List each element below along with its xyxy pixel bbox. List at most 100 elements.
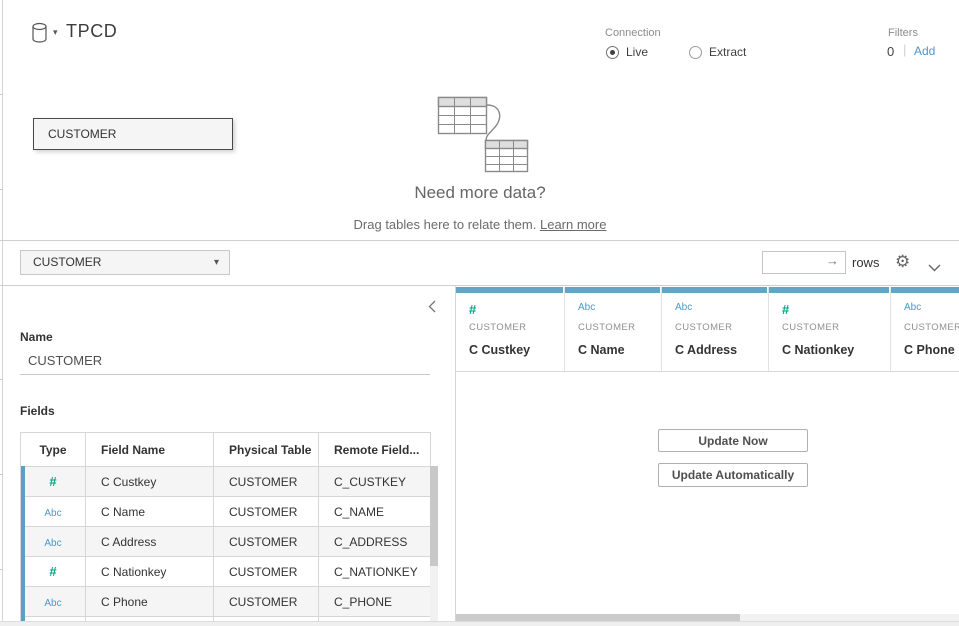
empty-state-title: Need more data? <box>230 183 730 203</box>
fields-table-wrap: Type Field Name Physical Table Remote Fi… <box>20 432 432 626</box>
grid-hscrollbar-thumb[interactable] <box>456 614 740 621</box>
field-name-cell[interactable]: C Name <box>86 497 214 527</box>
physical-table-cell[interactable]: CUSTOMER <box>214 557 319 587</box>
grid-column-accent-bar <box>662 287 767 293</box>
radio-live-label: Live <box>626 45 648 59</box>
update-automatically-button[interactable]: Update Automatically <box>658 463 808 487</box>
grid-column-c-phone[interactable]: Abc CUSTOMER C Phone <box>891 287 959 372</box>
name-value[interactable]: CUSTOMER <box>28 353 102 368</box>
settings-gear-icon[interactable]: ⚙ <box>895 251 910 273</box>
physical-table-cell[interactable]: CUSTOMER <box>214 587 319 617</box>
rows-label: rows <box>852 255 879 270</box>
canvas-toolbar-divider <box>0 240 959 241</box>
toolbar-panel-divider <box>0 285 959 286</box>
database-menu-caret-icon[interactable]: ▾ <box>53 27 58 38</box>
tableau-datasource-page: ▾ TPCD Connection Live Extract Filters 0… <box>0 0 959 626</box>
filters-label: Filters <box>888 27 918 39</box>
database-icon[interactable] <box>30 22 50 49</box>
field-name-cell[interactable]: C Custkey <box>86 467 214 497</box>
field-type-icon[interactable]: Abc <box>21 587 86 617</box>
grid-column-table-name: CUSTOMER <box>675 322 732 333</box>
grid-column-accent-bar <box>565 287 660 293</box>
field-name-cell[interactable]: C Nationkey <box>86 557 214 587</box>
grid-column-accent-bar <box>769 287 889 293</box>
fields-scrollbar-thumb[interactable] <box>430 466 438 566</box>
field-type-icon[interactable]: # <box>21 557 86 587</box>
fields-row-c-custkey[interactable]: #C CustkeyCUSTOMERC_CUSTKEY <box>21 467 431 497</box>
table-select-value: CUSTOMER <box>33 255 101 269</box>
fields-row-c-address[interactable]: AbcC AddressCUSTOMERC_ADDRESS <box>21 527 431 557</box>
fields-header-type[interactable]: Type <box>21 433 86 467</box>
grid-column-field-name: C Address <box>675 343 737 357</box>
left-edge-strip <box>0 0 3 626</box>
grid-column-table-name: CUSTOMER <box>469 322 526 333</box>
radio-extract-icon[interactable] <box>689 46 702 59</box>
data-grid-header-row: # CUSTOMER C Custkey Abc CUSTOMER C Name Abc CU… <box>456 287 959 372</box>
update-now-button[interactable]: Update Now <box>658 429 808 452</box>
grid-column-type-icon: Abc <box>675 302 692 313</box>
fields-row-c-name[interactable]: AbcC NameCUSTOMERC_NAME <box>21 497 431 527</box>
grid-column-c-address[interactable]: Abc CUSTOMER C Address <box>662 287 769 372</box>
grid-column-table-name: CUSTOMER <box>782 322 839 333</box>
fields-selection-bar <box>21 466 25 626</box>
physical-table-cell[interactable]: CUSTOMER <box>214 497 319 527</box>
grid-column-field-name: C Custkey <box>469 343 530 357</box>
remote-field-cell[interactable]: C_PHONE <box>319 587 431 617</box>
grid-column-c-name[interactable]: Abc CUSTOMER C Name <box>565 287 662 372</box>
empty-state-subtitle-text: Drag tables here to relate them. <box>354 217 537 232</box>
datasource-title[interactable]: TPCD <box>66 21 117 42</box>
fields-row-c-phone[interactable]: AbcC PhoneCUSTOMERC_PHONE <box>21 587 431 617</box>
collapse-left-panel-icon[interactable] <box>428 300 436 318</box>
physical-table-cell[interactable]: CUSTOMER <box>214 527 319 557</box>
grid-column-accent-bar <box>456 287 563 293</box>
grid-column-table-name: CUSTOMER <box>904 322 959 333</box>
grid-column-field-name: C Nationkey <box>782 343 854 357</box>
filters-add-link[interactable]: Add <box>914 44 935 58</box>
grid-column-type-icon: Abc <box>904 302 921 313</box>
remote-field-cell[interactable]: C_ADDRESS <box>319 527 431 557</box>
learn-more-link[interactable]: Learn more <box>540 217 606 232</box>
radio-live-icon[interactable] <box>606 46 619 59</box>
physical-table-cell[interactable]: CUSTOMER <box>214 467 319 497</box>
canvas-table-customer[interactable]: CUSTOMER <box>33 118 233 150</box>
grid-column-field-name: C Name <box>578 343 625 357</box>
bottom-scroll-strip <box>0 621 959 626</box>
fields-row-c-nationkey[interactable]: #C NationkeyCUSTOMERC_NATIONKEY <box>21 557 431 587</box>
grid-column-type-icon: Abc <box>578 302 595 313</box>
grid-column-field-name: C Phone <box>904 343 955 357</box>
grid-column-type-icon: # <box>782 302 789 317</box>
name-label: Name <box>20 330 53 344</box>
remote-field-cell[interactable]: C_NATIONKEY <box>319 557 431 587</box>
fields-label: Fields <box>20 404 55 418</box>
name-underline <box>20 374 430 375</box>
grid-column-accent-bar <box>891 287 959 293</box>
field-type-icon[interactable]: Abc <box>21 527 86 557</box>
fields-table: Type Field Name Physical Table Remote Fi… <box>20 432 431 626</box>
field-name-cell[interactable]: C Address <box>86 527 214 557</box>
fields-header-row: Type Field Name Physical Table Remote Fi… <box>21 433 431 467</box>
remote-field-cell[interactable]: C_NAME <box>319 497 431 527</box>
empty-state-subtitle: Drag tables here to relate them. Learn m… <box>180 217 780 232</box>
filters-separator: | <box>903 42 906 57</box>
radio-live[interactable]: Live <box>606 45 648 59</box>
remote-field-cell[interactable]: C_CUSTKEY <box>319 467 431 497</box>
fields-header-field-name[interactable]: Field Name <box>86 433 214 467</box>
field-name-cell[interactable]: C Phone <box>86 587 214 617</box>
filters-count: 0 <box>887 44 894 59</box>
grid-column-c-custkey[interactable]: # CUSTOMER C Custkey <box>456 287 565 372</box>
connection-label: Connection <box>605 27 661 39</box>
radio-extract[interactable]: Extract <box>689 45 746 59</box>
grid-column-type-icon: # <box>469 302 476 317</box>
fields-header-remote-field[interactable]: Remote Field... <box>319 433 431 467</box>
field-type-icon[interactable]: Abc <box>21 497 86 527</box>
dropdown-caret-icon: ▾ <box>214 251 219 274</box>
grid-column-table-name: CUSTOMER <box>578 322 635 333</box>
rows-count-input[interactable] <box>762 251 846 274</box>
field-type-icon[interactable]: # <box>21 467 86 497</box>
relate-tables-illustration-icon <box>437 96 529 179</box>
grid-column-c-nationkey[interactable]: # CUSTOMER C Nationkey <box>769 287 891 372</box>
fields-header-physical-table[interactable]: Physical Table <box>214 433 319 467</box>
collapse-pane-chevron-icon[interactable] <box>928 259 941 277</box>
table-select-dropdown[interactable]: CUSTOMER ▾ <box>20 250 230 275</box>
radio-extract-label: Extract <box>709 45 746 59</box>
